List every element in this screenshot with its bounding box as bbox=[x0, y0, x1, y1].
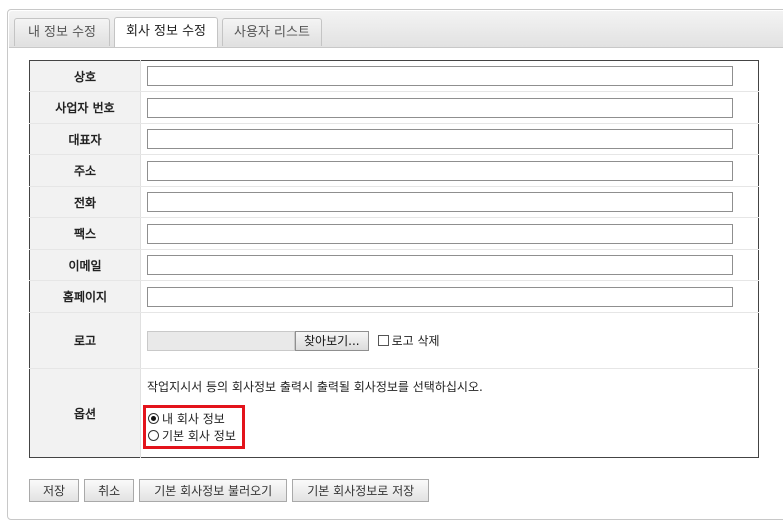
radio-my-company[interactable]: 내 회사 정보 bbox=[148, 410, 236, 427]
action-buttons: 저장 취소 기본 회사정보 불러오기 기본 회사정보로 저장 bbox=[29, 479, 430, 502]
radio-default-company-label: 기본 회사 정보 bbox=[162, 428, 236, 443]
logo-delete-label: 로고 삭제 bbox=[391, 334, 440, 348]
tab-user-list[interactable]: 사용자 리스트 bbox=[222, 18, 322, 46]
homepage-label: 홈페이지 bbox=[29, 280, 141, 313]
business-number-input[interactable] bbox=[147, 97, 733, 118]
company-info-panel: 내 정보 수정 회사 정보 수정 사용자 리스트 상호 사업자 번호 대표자 주… bbox=[7, 9, 783, 520]
company-form-table: 상호 사업자 번호 대표자 주소 전화 팩스 이메일 홈페이지 로고 찾아보기.… bbox=[29, 60, 759, 458]
logo-label: 로고 bbox=[29, 312, 141, 369]
company-name-input[interactable] bbox=[147, 66, 733, 86]
radio-my-company-button[interactable] bbox=[148, 412, 159, 424]
email-label: 이메일 bbox=[29, 249, 141, 281]
options-description: 작업지시서 등의 회사정보 출력시 출력될 회사정보를 선택하십시오. bbox=[147, 379, 483, 394]
logo-file-picker: 찾아보기... 로고 삭제 bbox=[147, 330, 758, 351]
address-input[interactable] bbox=[147, 160, 733, 181]
save-as-default-button[interactable]: 기본 회사정보로 저장 bbox=[292, 479, 430, 502]
logo-file-path[interactable] bbox=[147, 330, 295, 351]
phone-label: 전화 bbox=[29, 186, 141, 218]
tab-bar: 내 정보 수정 회사 정보 수정 사용자 리스트 bbox=[9, 11, 783, 48]
representative-input[interactable] bbox=[147, 129, 733, 149]
fax-label: 팩스 bbox=[29, 217, 141, 250]
business-number-label: 사업자 번호 bbox=[29, 91, 141, 124]
logo-delete-checkbox[interactable] bbox=[377, 335, 389, 346]
tab-my-info[interactable]: 내 정보 수정 bbox=[14, 18, 110, 46]
tab-company-info[interactable]: 회사 정보 수정 bbox=[114, 17, 218, 47]
radio-highlight-box: 내 회사 정보 기본 회사 정보 bbox=[143, 404, 245, 449]
radio-default-company[interactable]: 기본 회사 정보 bbox=[148, 427, 236, 444]
cancel-button[interactable]: 취소 bbox=[84, 479, 135, 502]
company-name-label: 상호 bbox=[29, 60, 141, 92]
load-default-info-button[interactable]: 기본 회사정보 불러오기 bbox=[139, 479, 288, 502]
fax-input[interactable] bbox=[147, 223, 733, 244]
representative-label: 대표자 bbox=[29, 123, 141, 155]
homepage-input[interactable] bbox=[147, 286, 733, 307]
address-label: 주소 bbox=[29, 154, 141, 187]
radio-default-company-button[interactable] bbox=[148, 429, 159, 441]
save-button[interactable]: 저장 bbox=[29, 479, 80, 502]
email-input[interactable] bbox=[147, 255, 733, 275]
browse-button[interactable]: 찾아보기... bbox=[295, 330, 369, 351]
radio-my-company-label: 내 회사 정보 bbox=[162, 411, 225, 426]
phone-input[interactable] bbox=[147, 192, 733, 212]
options-label: 옵션 bbox=[29, 368, 141, 458]
